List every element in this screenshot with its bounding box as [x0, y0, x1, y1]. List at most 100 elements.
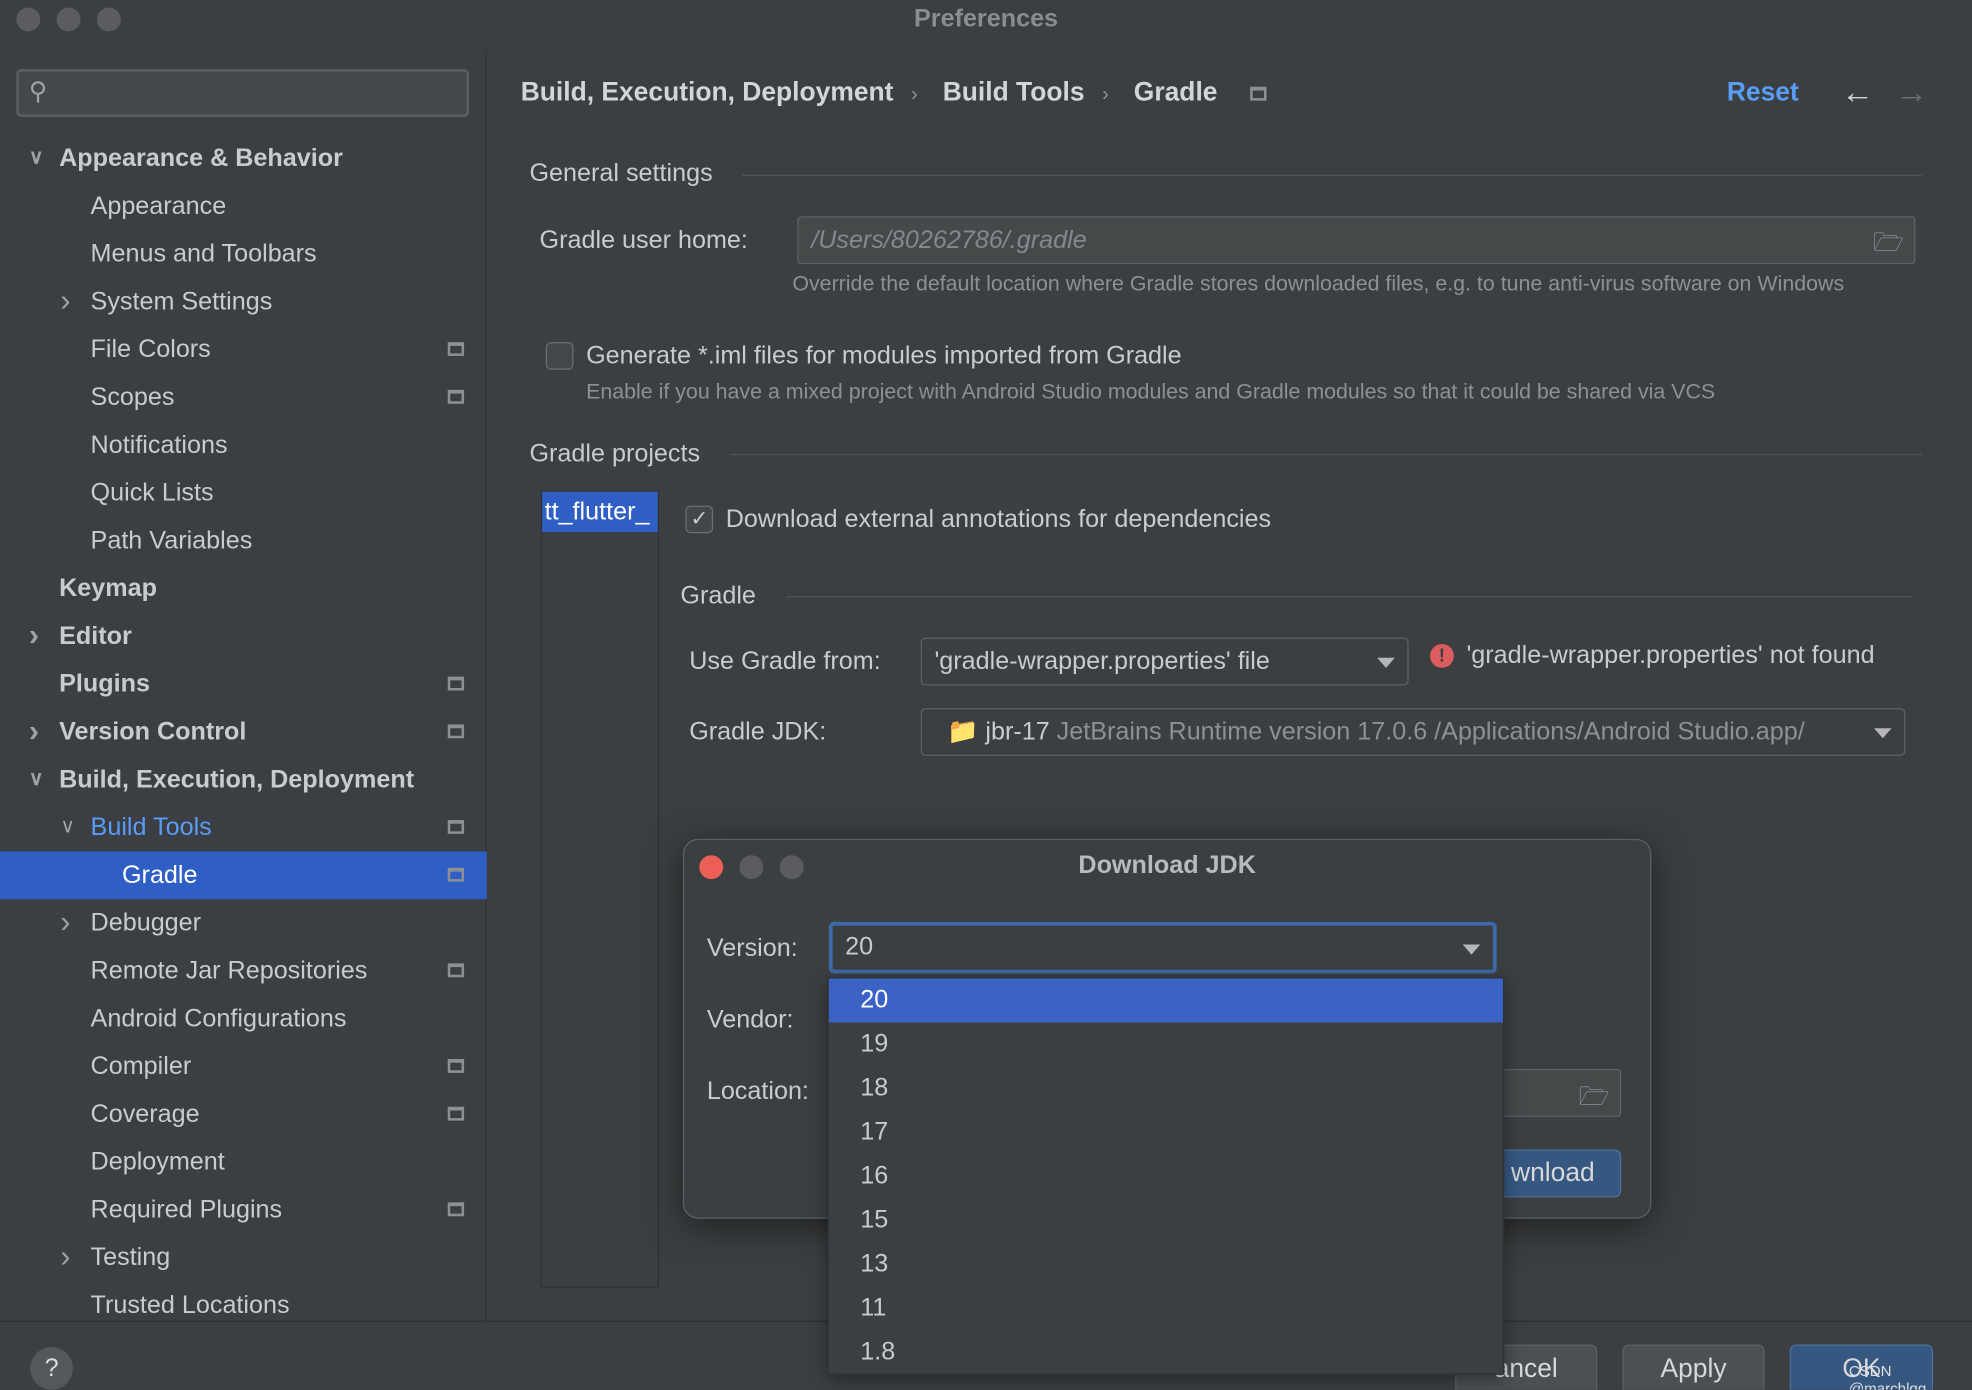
error-message: 'gradle-wrapper.properties' not found — [1466, 641, 1875, 670]
sidebar-item-label: Path Variables — [90, 526, 253, 555]
sidebar-item[interactable]: › Testing — [0, 1234, 487, 1282]
gradle-jdk-select[interactable]: 📁 jbr-17 JetBrains Runtime version 17.0.… — [920, 708, 1906, 756]
sidebar-item[interactable]: Required Plugins — [0, 1186, 487, 1234]
gradle-user-home-input[interactable]: /Users/80262786/.gradle 🗁 — [797, 216, 1916, 267]
divider — [742, 174, 1922, 177]
sidebar-item[interactable]: Path Variables — [0, 517, 487, 565]
project-scope-icon — [447, 676, 465, 691]
version-option[interactable]: 19 — [829, 1023, 1503, 1067]
chevron-right-icon[interactable]: › — [60, 899, 70, 947]
sidebar-item-label: Compiler — [90, 1052, 192, 1081]
sidebar-item[interactable]: Scopes — [0, 374, 487, 422]
sidebar-item-label: Plugins — [59, 670, 150, 699]
preferences-window: Preferences ⚲ ∨ Appearance & Behavior Appe… — [0, 0, 1972, 1390]
divider — [786, 596, 1913, 598]
project-scope-icon — [447, 1106, 465, 1121]
dialog-title: Download JDK — [1078, 851, 1256, 880]
jdk-folder-icon: 📁 — [947, 718, 979, 746]
general-settings-title: General settings — [529, 159, 713, 188]
help-button[interactable]: ? — [30, 1346, 73, 1390]
download-annotations-checkbox[interactable]: ✓ — [685, 505, 714, 534]
sidebar: ⚲ ∨ Appearance & Behavior Appearance Menus … — [0, 50, 487, 1321]
sidebar-item-label: Scopes — [90, 383, 175, 412]
breadcrumb-separator-icon: › — [911, 84, 918, 106]
download-annotations-label: Download external annotations for depend… — [725, 505, 1272, 534]
use-gradle-from-value: 'gradle-wrapper.properties' file — [934, 647, 1270, 676]
sidebar-item-label: Keymap — [59, 574, 157, 603]
sidebar-item-label: Deployment — [90, 1148, 225, 1176]
breadcrumb-separator-icon: › — [1102, 84, 1109, 106]
window-title: Preferences — [914, 5, 1059, 33]
gradle-jdk-label: Gradle JDK: — [689, 718, 827, 746]
sidebar-item[interactable]: › System Settings — [0, 278, 487, 326]
reset-link[interactable]: Reset — [1727, 78, 1799, 108]
watermark: CSDN @marchlqq — [1848, 1362, 1927, 1390]
gradle-user-home-value: /Users/80262786/.gradle — [811, 226, 1087, 255]
sidebar-item[interactable]: Appearance — [0, 182, 487, 230]
use-gradle-from-select[interactable]: 'gradle-wrapper.properties' file — [920, 637, 1409, 686]
version-option[interactable]: 18 — [829, 1067, 1503, 1111]
sidebar-item[interactable]: Keymap — [0, 565, 487, 613]
version-select[interactable]: 20 — [828, 921, 1497, 974]
chevron-down-icon[interactable]: ∨ — [29, 135, 44, 183]
gradle-user-home-hint: Override the default location where Grad… — [792, 271, 1845, 296]
project-scope-icon — [447, 724, 465, 739]
sidebar-item[interactable]: Menus and Toolbars — [0, 230, 487, 278]
version-option[interactable]: 15 — [829, 1199, 1503, 1243]
jdk-detail: JetBrains Runtime version 17.0.6 /Applic… — [1056, 718, 1805, 746]
back-arrow-icon[interactable]: ← — [1841, 73, 1874, 112]
chevron-right-icon[interactable]: › — [60, 278, 70, 326]
version-option[interactable]: 16 — [829, 1155, 1503, 1199]
gradle-projects-list: tt_flutter_ — [540, 490, 660, 1288]
sidebar-item[interactable]: File Colors — [0, 326, 487, 374]
sidebar-item[interactable]: › Debugger — [0, 899, 487, 947]
chevron-right-icon[interactable]: › — [29, 708, 39, 756]
sidebar-item[interactable]: Compiler — [0, 1043, 487, 1091]
breadcrumb-item[interactable]: Build Tools — [943, 78, 1085, 107]
apply-button[interactable]: Apply — [1622, 1344, 1765, 1390]
chevron-down-icon[interactable]: ∨ — [29, 756, 44, 804]
sidebar-item[interactable]: Gradle — [0, 851, 487, 900]
search-input[interactable]: ⚲ — [16, 69, 470, 117]
sidebar-item[interactable]: Quick Lists — [0, 469, 487, 517]
version-option[interactable]: 11 — [829, 1287, 1503, 1331]
sidebar-item[interactable]: Coverage — [0, 1090, 487, 1138]
sidebar-item[interactable]: ∨ Build Tools — [0, 804, 487, 852]
sidebar-item[interactable]: Android Configurations — [0, 995, 487, 1043]
version-option[interactable]: 20 — [828, 978, 1503, 1023]
sidebar-item[interactable]: Remote Jar Repositories — [0, 947, 487, 995]
project-scope-icon — [447, 389, 465, 404]
forward-arrow-icon[interactable]: → — [1895, 73, 1928, 112]
sidebar-item[interactable]: Plugins — [0, 660, 487, 708]
breadcrumb-item[interactable]: Build, Execution, Deployment — [521, 78, 894, 107]
sidebar-item-label: Editor — [59, 622, 132, 651]
sidebar-item-label: Quick Lists — [90, 479, 214, 507]
chevron-right-icon[interactable]: › — [60, 1234, 70, 1282]
version-option[interactable]: 13 — [829, 1243, 1503, 1287]
sidebar-item-label: Appearance & Behavior — [59, 144, 343, 173]
sidebar-item-label: System Settings — [90, 288, 273, 316]
sidebar-item[interactable]: Notifications — [0, 421, 487, 469]
folder-icon[interactable]: 🗁 — [1873, 224, 1904, 267]
project-item[interactable]: tt_flutter_ — [542, 491, 658, 533]
chevron-down-icon[interactable]: ∨ — [60, 804, 75, 852]
sidebar-item[interactable]: › Version Control — [0, 708, 487, 756]
version-option[interactable]: 1.8 — [829, 1331, 1503, 1375]
sidebar-item-label: Menus and Toolbars — [90, 240, 317, 268]
version-dropdown-list: 20 19 18 17 16 15 13 11 1.8 — [827, 977, 1505, 1375]
generate-iml-checkbox[interactable] — [545, 342, 574, 370]
sidebar-item-label: Build, Execution, Deployment — [59, 765, 415, 794]
chevron-down-icon — [1377, 657, 1395, 668]
sidebar-item[interactable]: Deployment — [0, 1138, 487, 1186]
chevron-down-icon — [1462, 944, 1481, 955]
version-option[interactable]: 17 — [829, 1111, 1503, 1155]
folder-icon[interactable]: 🗁 — [1579, 1078, 1610, 1121]
sidebar-item[interactable]: › Editor — [0, 612, 487, 660]
project-scope-icon — [447, 1058, 465, 1073]
version-label: Version: — [706, 934, 798, 963]
project-scope-icon — [447, 1202, 465, 1217]
sidebar-item-label: Coverage — [90, 1100, 200, 1129]
sidebar-item[interactable]: ∨ Build, Execution, Deployment — [0, 756, 487, 804]
sidebar-item[interactable]: ∨ Appearance & Behavior — [0, 135, 487, 183]
chevron-right-icon[interactable]: › — [29, 612, 39, 660]
